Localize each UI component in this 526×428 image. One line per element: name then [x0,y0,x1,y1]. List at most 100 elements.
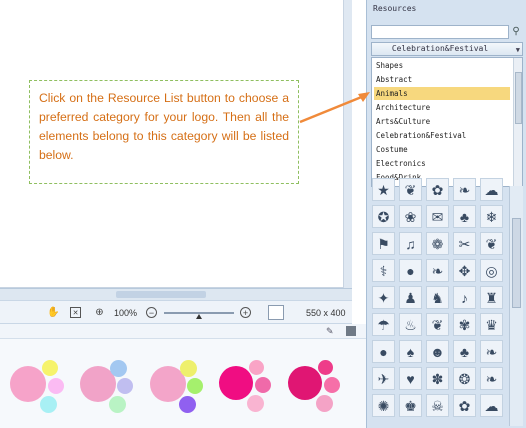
shape-tile-leaf-icon[interactable]: ❧ [426,259,449,282]
shape-tile-angel-icon[interactable]: ♟ [399,286,422,309]
hand-icon[interactable]: ✋ [47,307,59,318]
color-dot [180,360,197,377]
shape-tile-bird-icon[interactable]: ❧ [480,340,503,363]
shape-tile-ghost-shape[interactable]: ☁ [480,178,503,201]
shape-tile-bird-icon[interactable]: ❦ [426,313,449,336]
shape-tile-spider-icon[interactable]: ✺ [372,394,395,417]
category-item-electronics[interactable]: Electronics [376,157,510,170]
shape-tile-mask-icon[interactable]: ☻ [426,340,449,363]
shape-tile-bell-icon[interactable]: ♫ [399,232,422,255]
leaf-icon: ✾ [458,316,471,333]
shape-tile-wreath-icon[interactable]: ✿ [453,394,476,417]
background-color-swatch[interactable] [268,305,284,320]
shape-tile-holly-icon[interactable]: ❦ [480,232,503,255]
holly-icon: ❦ [485,235,498,252]
shape-tile-bird-shape[interactable]: ❧ [453,178,476,201]
shape-tile-bat-icon[interactable]: ✈ [372,367,395,390]
search-icon[interactable]: ⚲ [509,25,523,39]
shape-tile-cane-icon[interactable]: ⚕ [372,259,395,282]
shape-tile-bells-icon[interactable]: ♪ [453,286,476,309]
shape-tile-candle-icon[interactable]: ♨ [399,313,422,336]
category-list-scrollbar[interactable] [513,58,522,186]
shape-tile-ornament-icon[interactable]: ❂ [453,367,476,390]
fit-icon[interactable]: ✕ [70,307,81,318]
star-shape: ★ [377,181,390,198]
bird-icon: ❧ [485,343,498,360]
shape-tile-badge-shape[interactable]: ✪ [372,205,395,228]
eyedropper-icon[interactable]: ✎ [326,326,336,336]
shape-tile-wreath-icon[interactable]: ❁ [426,232,449,255]
color-scheme-1[interactable] [10,360,70,416]
shape-tile-balloon-icon[interactable]: ● [399,259,422,282]
color-dot [249,360,264,375]
color-scheme-4[interactable] [219,360,279,416]
category-item-celebration-festival[interactable]: Celebration&Festival [376,129,510,142]
category-item-shapes[interactable]: Shapes [376,59,510,72]
canvas-horizontal-scrollbar[interactable] [0,288,352,300]
wreath-icon: ❁ [431,235,444,252]
shape-tile-egg-icon[interactable]: ● [372,340,395,363]
shape-tile-lantern-icon[interactable]: ♛ [480,313,503,336]
resource-grid-scrollbar[interactable] [509,186,523,426]
cat-icon: ♣ [459,343,470,360]
shape-tile-skull-icon[interactable]: ☠ [426,394,449,417]
selected-category-label: Celebration&Festival [391,44,489,53]
shape-tile-cat-icon[interactable]: ♣ [453,340,476,363]
zoom-out-icon[interactable]: − [146,307,157,318]
shape-tile-fish-icon[interactable]: ❧ [480,367,503,390]
category-list-scroll-thumb[interactable] [515,72,522,124]
shape-tile-pumpkin-icon[interactable]: ♠ [399,340,422,363]
color-dot [117,378,133,394]
shape-tile-hat-icon[interactable]: ♚ [399,394,422,417]
color-scheme-2[interactable] [80,360,140,416]
shape-tile-snowflake-icon[interactable]: ❄ [480,205,503,228]
zoom-in-icon[interactable]: + [240,307,251,318]
shape-tile-sleigh-icon[interactable]: ☂ [372,313,395,336]
chevron-down-icon: ▼ [515,46,520,54]
shape-tile-tree-icon[interactable]: ♣ [453,205,476,228]
category-item-arts-culture[interactable]: Arts&Culture [376,115,510,128]
shape-tile-reindeer-icon[interactable]: ♞ [426,286,449,309]
shape-tile-leaf-icon[interactable]: ✾ [453,313,476,336]
category-item-costume[interactable]: Costume [376,143,510,156]
bird-shape: ❧ [458,181,471,198]
ghost-shape: ☁ [484,181,499,198]
category-item-animals[interactable]: Animals [374,87,510,100]
shape-tile-leaf-shape[interactable]: ❦ [399,178,422,201]
shape-tile-bow-icon[interactable]: ✂ [453,232,476,255]
shape-tile-bow-icon[interactable]: ❀ [399,205,422,228]
category-item-architecture[interactable]: Architecture [376,101,510,114]
shape-tile-heart-icon[interactable]: ♥ [399,367,422,390]
shape-tile-star-shape[interactable]: ★ [372,178,395,201]
canvas-vertical-scrollbar[interactable] [344,0,352,300]
color-dot [288,366,322,400]
actual-size-icon[interactable]: ⊕ [94,307,105,318]
category-item-abstract[interactable]: Abstract [376,73,510,86]
color-scheme-3[interactable] [150,360,210,416]
resource-grid-scroll-thumb[interactable] [512,218,521,308]
cane-icon: ⚕ [379,262,388,279]
color-dot [318,360,333,375]
shape-tile-holly-icon[interactable]: ✽ [426,367,449,390]
shape-tile-flower-shape[interactable]: ✿ [426,178,449,201]
leaf-shape: ❦ [404,181,417,198]
shape-tile-banner-icon[interactable]: ⚑ [372,232,395,255]
shape-tile-blob-icon[interactable]: ☁ [480,394,503,417]
shape-tile-gift-icon[interactable]: ✉ [426,205,449,228]
shape-tile-target-icon[interactable]: ◎ [480,259,503,282]
candle-icon: ♨ [404,316,417,333]
resource-search-input[interactable] [371,25,509,39]
zoom-slider-thumb[interactable] [196,314,202,319]
holly-icon: ✽ [431,370,444,387]
reindeer-icon: ♞ [431,289,444,306]
angel-icon: ♟ [404,289,417,306]
color-scheme-5[interactable] [288,360,348,416]
color-dot [247,395,264,412]
ornament-icon: ❂ [458,370,471,387]
shape-tile-ornament-icon[interactable]: ✦ [372,286,395,309]
shape-tile-holly-icon[interactable]: ✥ [453,259,476,282]
shape-tile-shirt-icon[interactable]: ♜ [480,286,503,309]
canvas-scroll-thumb[interactable] [116,291,206,298]
grid-view-icon[interactable] [346,326,356,336]
resource-list-button[interactable]: Celebration&Festival ▼ [371,42,523,56]
